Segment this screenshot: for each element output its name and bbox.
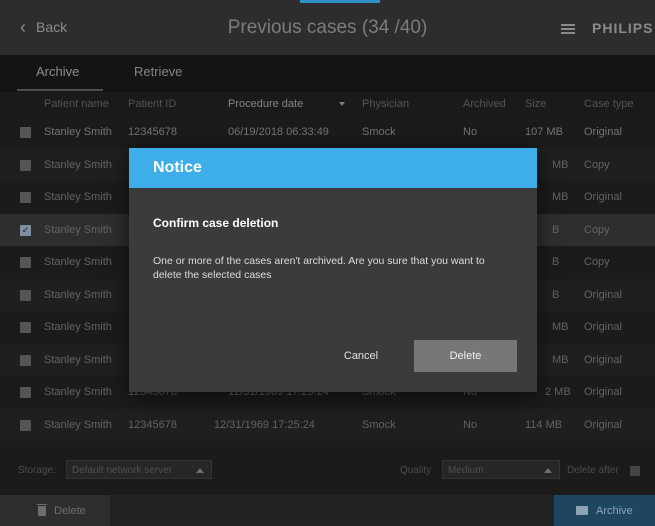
cell-case-type: Copy xyxy=(584,256,610,268)
cell-patient-name: Stanley Smith xyxy=(44,256,112,268)
table-row[interactable]: Stanley Smith 12345678 12/31/1969 17:25:… xyxy=(0,409,655,441)
delete-button[interactable]: Delete xyxy=(0,495,110,526)
cell-case-type: Original xyxy=(584,321,622,333)
row-checkbox[interactable] xyxy=(20,387,31,398)
cell-patient-name: Stanley Smith xyxy=(44,126,112,138)
column-physician[interactable]: Physician xyxy=(362,98,409,110)
row-checkbox[interactable] xyxy=(20,160,31,171)
cell-patient-name: Stanley Smith xyxy=(44,159,112,171)
cell-size: MB xyxy=(552,191,569,203)
quality-select-value: Medium xyxy=(448,465,484,476)
confirm-delete-button[interactable]: Delete xyxy=(414,340,517,372)
row-checkbox-checked[interactable]: ✓ xyxy=(20,225,31,236)
row-checkbox[interactable] xyxy=(20,420,31,431)
cell-patient-name: Stanley Smith xyxy=(44,354,112,366)
brand-logo: PHILIPS xyxy=(592,20,654,36)
cell-case-type: Copy xyxy=(584,159,610,171)
storage-select-value: Default network server xyxy=(72,465,173,476)
cell-case-type: Original xyxy=(584,191,622,203)
cell-patient-name: Stanley Smith xyxy=(44,386,112,398)
archive-button[interactable]: Archive xyxy=(554,495,655,526)
cell-physician: Smock xyxy=(362,126,396,138)
cell-archived: No xyxy=(463,126,478,138)
cell-patient-name: Stanley Smith xyxy=(44,191,112,203)
column-procedure-date[interactable]: Procedure date xyxy=(228,98,303,110)
cell-case-type: Original xyxy=(584,126,622,138)
row-checkbox[interactable] xyxy=(20,322,31,333)
cell-size: MB xyxy=(552,159,569,171)
trash-icon xyxy=(37,503,47,516)
table-row[interactable]: Stanley Smith 12345678 06/19/2018 06:33:… xyxy=(0,116,655,148)
storage-select[interactable]: Default network server xyxy=(66,460,212,479)
column-size[interactable]: Size xyxy=(525,98,546,110)
storage-label: Storage: xyxy=(18,465,56,476)
sort-descending-icon xyxy=(339,102,345,106)
cell-patient-id: 12345678 xyxy=(128,126,177,138)
row-checkbox[interactable] xyxy=(20,290,31,301)
storage-bar: Storage: Default network server Quality … xyxy=(0,453,655,487)
cancel-button[interactable]: Cancel xyxy=(324,340,398,372)
quality-label: Quality xyxy=(400,465,432,476)
table-header: Patient name Patient ID Procedure date P… xyxy=(0,92,655,116)
row-checkbox[interactable] xyxy=(20,192,31,203)
row-checkbox[interactable] xyxy=(20,355,31,366)
cell-size: B xyxy=(552,224,560,236)
cell-case-type: Original xyxy=(584,419,622,431)
cell-patient-id: 12345678 xyxy=(128,419,177,431)
cell-size: B xyxy=(552,289,560,301)
cell-size: MB xyxy=(552,321,569,333)
cell-archived: No xyxy=(463,419,478,431)
folder-icon xyxy=(576,506,588,515)
top-bar: ‹ Back Previous cases (34 /40) PHILIPS xyxy=(0,0,655,55)
cell-size: 107 MB xyxy=(525,126,563,138)
column-case-type[interactable]: Case type xyxy=(584,98,634,110)
top-accent-line xyxy=(300,0,380,3)
column-patient-id[interactable]: Patient ID xyxy=(128,98,176,110)
cell-size: 2 MB xyxy=(545,386,571,398)
cell-case-type: Original xyxy=(584,386,622,398)
archive-button-label: Archive xyxy=(596,504,633,517)
cell-case-type: Original xyxy=(584,354,622,366)
row-checkbox[interactable] xyxy=(20,257,31,268)
delete-after-checkbox[interactable] xyxy=(630,466,640,476)
page-title: Previous cases (34 /40) xyxy=(227,17,428,38)
cell-physician: Smock xyxy=(362,419,396,431)
caret-up-icon xyxy=(196,468,204,473)
cell-size: 114 MB xyxy=(525,419,563,431)
column-patient-name[interactable]: Patient name xyxy=(44,98,109,110)
tab-retrieve[interactable]: Retrieve xyxy=(134,64,182,79)
column-archived[interactable]: Archived xyxy=(463,98,506,110)
active-tab-indicator xyxy=(17,89,103,91)
cell-patient-name: Stanley Smith xyxy=(44,321,112,333)
caret-up-icon xyxy=(544,468,552,473)
dialog-header: Notice xyxy=(129,148,537,188)
cell-case-type: Copy xyxy=(584,224,610,236)
dialog-title: Notice xyxy=(153,159,202,176)
cell-case-type: Original xyxy=(584,289,622,301)
delete-button-label: Delete xyxy=(54,504,86,517)
tab-archive[interactable]: Archive xyxy=(36,64,79,79)
hamburger-menu-icon[interactable] xyxy=(561,24,575,34)
quality-select[interactable]: Medium xyxy=(442,460,560,479)
bottom-toolbar: Delete Archive xyxy=(0,495,655,526)
delete-after-label: Delete after xyxy=(567,465,619,476)
cell-patient-name: Stanley Smith xyxy=(44,224,112,236)
cell-patient-name: Stanley Smith xyxy=(44,419,112,431)
cell-size: MB xyxy=(552,354,569,366)
dialog-heading: Confirm case deletion xyxy=(153,216,279,230)
row-checkbox[interactable] xyxy=(20,127,31,138)
cell-procedure-date: 12/31/1969 17:25:24 xyxy=(214,419,315,431)
cell-size: B xyxy=(552,256,560,268)
cell-procedure-date: 06/19/2018 06:33:49 xyxy=(228,126,329,138)
tab-bar: Archive Retrieve xyxy=(0,55,655,92)
cell-patient-name: Stanley Smith xyxy=(44,289,112,301)
dialog-message: One or more of the cases aren't archived… xyxy=(153,255,485,281)
notice-dialog: Notice Confirm case deletion One or more… xyxy=(129,148,537,392)
